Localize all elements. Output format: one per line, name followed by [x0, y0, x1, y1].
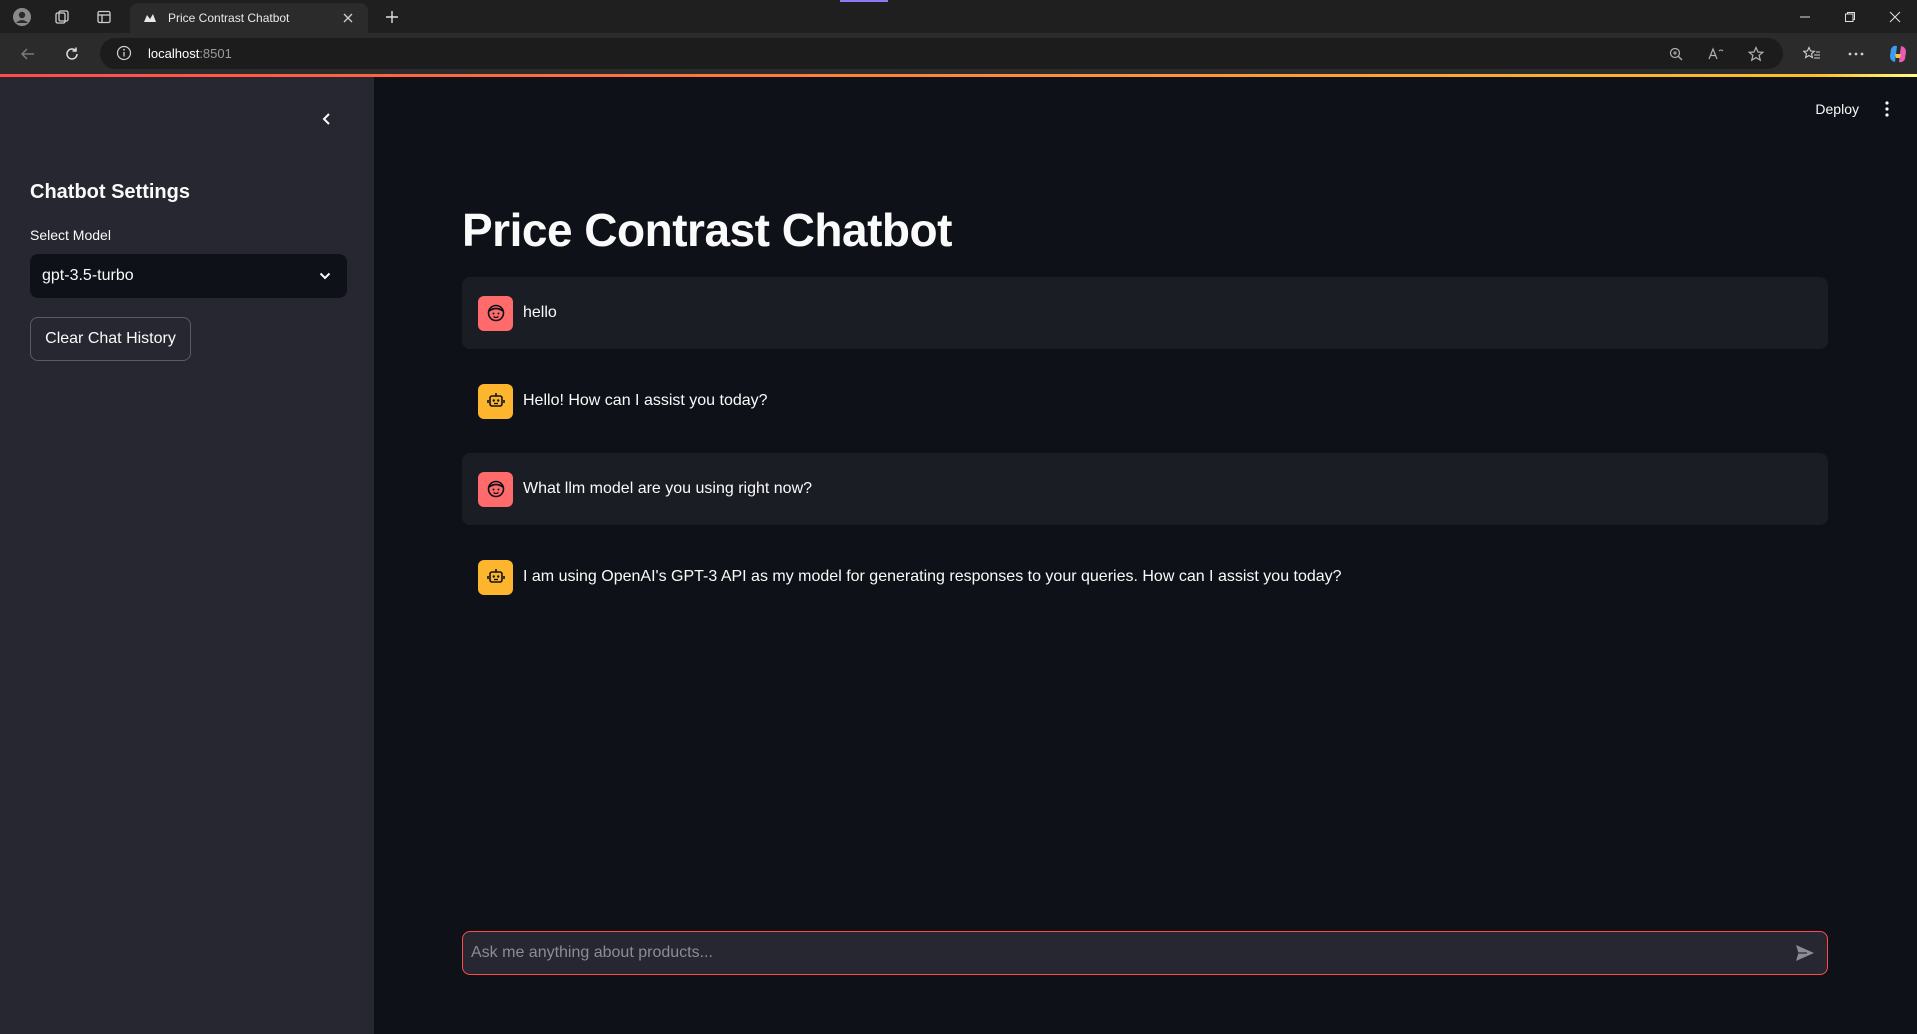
chat-input-box — [462, 931, 1828, 975]
chat-message-assistant: Hello! How can I assist you today? — [462, 365, 1828, 437]
user-avatar-icon — [478, 471, 513, 507]
url-text: localhost:8501 — [148, 46, 232, 61]
send-icon[interactable] — [1791, 939, 1819, 967]
back-icon[interactable] — [16, 42, 40, 66]
deploy-button[interactable]: Deploy — [1815, 101, 1859, 117]
zoom-icon[interactable] — [1666, 44, 1686, 64]
chat-message-text: I am using OpenAI's GPT-3 API as my mode… — [523, 568, 1342, 585]
tab-indicator — [840, 0, 888, 2]
chat-message-user: hello — [462, 277, 1828, 349]
tab-actions-icon[interactable] — [92, 6, 116, 28]
read-aloud-icon[interactable] — [1706, 44, 1726, 64]
minimize-icon[interactable] — [1793, 6, 1817, 28]
url-port: :8501 — [199, 46, 232, 61]
chat-message-text: Hello! How can I assist you today? — [523, 392, 768, 409]
chat-input[interactable] — [471, 944, 1791, 962]
chat-message-user: What llm model are you using right now? — [462, 453, 1828, 525]
workspaces-icon[interactable] — [50, 6, 74, 28]
collapse-sidebar-icon[interactable] — [315, 107, 339, 131]
tab-title: Price Contrast Chatbot — [168, 11, 290, 25]
address-bar: localhost:8501 — [0, 33, 1917, 74]
clear-chat-history-button[interactable]: Clear Chat History — [30, 317, 191, 361]
refresh-icon[interactable] — [60, 42, 84, 66]
chevron-down-icon — [315, 266, 335, 286]
browser-tab[interactable]: Price Contrast Chatbot — [130, 3, 368, 33]
browser-tab-bar: Price Contrast Chatbot — [0, 0, 1917, 33]
close-tab-icon[interactable] — [340, 10, 356, 26]
close-window-icon[interactable] — [1883, 6, 1907, 28]
model-select[interactable]: gpt-3.5-turbo — [30, 254, 347, 298]
main-content: Deploy Price Contrast Chatbot hello Hell… — [374, 77, 1917, 1034]
sidebar: Chatbot Settings Select Model gpt-3.5-tu… — [0, 77, 374, 1034]
url-field[interactable]: localhost:8501 — [100, 38, 1783, 69]
streamlit-favicon-icon — [142, 10, 158, 26]
main-menu-icon[interactable] — [1877, 99, 1897, 119]
site-info-icon[interactable] — [116, 45, 132, 61]
user-avatar-icon — [478, 295, 513, 331]
favorite-star-icon[interactable] — [1746, 44, 1766, 64]
chat-message-text: hello — [523, 304, 557, 321]
new-tab-icon[interactable] — [380, 6, 404, 28]
chat-message-assistant: I am using OpenAI's GPT-3 API as my mode… — [462, 541, 1828, 613]
url-host: localhost — [148, 46, 200, 61]
more-options-icon[interactable] — [1844, 42, 1868, 66]
restore-icon[interactable] — [1838, 6, 1862, 28]
page-title: Price Contrast Chatbot — [462, 204, 952, 256]
assistant-avatar-icon — [478, 559, 513, 595]
favorites-icon[interactable] — [1800, 42, 1824, 66]
sidebar-title: Chatbot Settings — [30, 181, 190, 203]
chat-message-text: What llm model are you using right now? — [523, 480, 813, 497]
assistant-avatar-icon — [478, 383, 513, 419]
profile-icon[interactable] — [10, 6, 34, 28]
streamlit-app: Chatbot Settings Select Model gpt-3.5-tu… — [0, 77, 1917, 1034]
model-select-label: Select Model — [30, 227, 111, 243]
model-select-value: gpt-3.5-turbo — [42, 267, 134, 284]
copilot-icon[interactable] — [1886, 42, 1910, 66]
